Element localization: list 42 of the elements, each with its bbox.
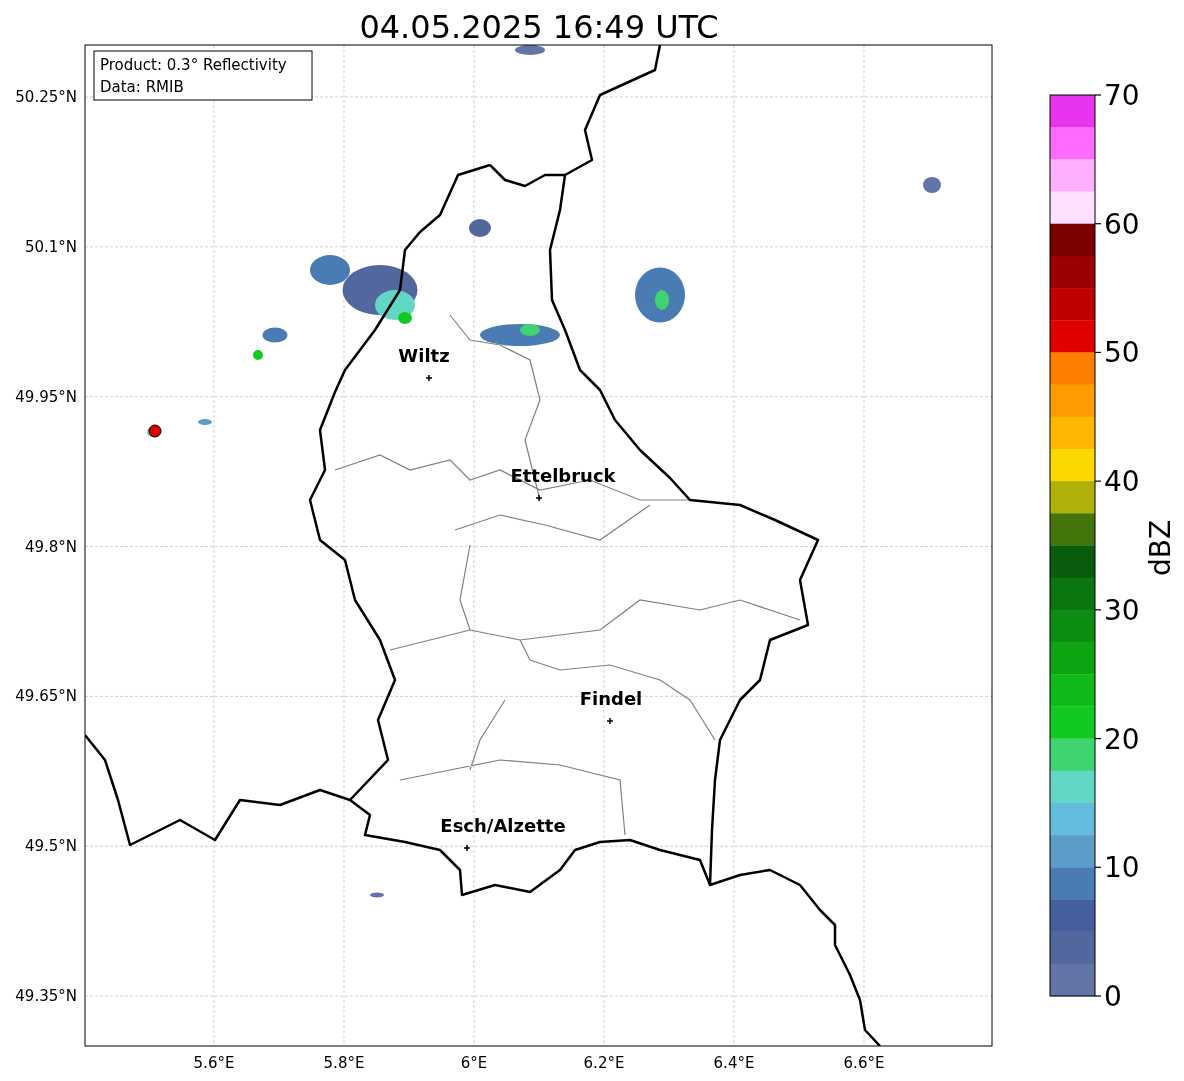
colorbar-tick-label: 30: [1104, 593, 1140, 627]
chart-title: 04.05.2025 16:49 UTC: [359, 8, 719, 46]
info-text: Data: RMIB: [100, 78, 184, 96]
city-marker: [463, 844, 471, 852]
city-label: Wiltz: [398, 345, 450, 366]
tick-mark: [1094, 480, 1102, 482]
longitude-label: 5.6°E: [193, 1054, 235, 1072]
colorbar-label: dBZ: [1144, 519, 1177, 577]
tick-mark: [1094, 94, 1102, 96]
city-marker: [425, 374, 433, 382]
longitude-label: 6.2°E: [583, 1054, 625, 1072]
tick-mark: [1094, 351, 1102, 354]
city-marker: [535, 494, 543, 502]
latitude-label: 49.65°N: [15, 687, 77, 706]
colorbar-tick-label: 60: [1104, 207, 1140, 241]
info-text: Product: 0.3° Reflectivity: [100, 56, 287, 74]
colorbar-tick-label: 20: [1104, 722, 1140, 756]
longitude-label: 6.4°E: [713, 1054, 755, 1072]
city-marker: [606, 717, 614, 725]
colorbar-tick-label: 40: [1104, 465, 1140, 499]
city-label: Findel: [579, 688, 643, 709]
city-label: Ettelbruck: [510, 465, 616, 486]
city-label: Esch/Alzette: [440, 815, 566, 836]
colorbar-tick-label: 0: [1104, 980, 1122, 1013]
latitude-label: 50.1°N: [24, 237, 77, 256]
colorbar-tick-label: 50: [1104, 336, 1140, 370]
latitude-label: 49.5°N: [24, 837, 77, 856]
latitude-label: 49.35°N: [15, 987, 77, 1006]
tick-mark: [1094, 223, 1102, 225]
longitude-label: 6.6°E: [843, 1054, 885, 1072]
latitude-label: 49.95°N: [15, 387, 77, 406]
latitude-label: 49.8°N: [24, 537, 77, 556]
radar-site-marker: [148, 424, 162, 438]
latitude-label: 50.25°N: [15, 88, 77, 106]
colorbar-tick-label: 70: [1104, 79, 1140, 112]
tick-mark: [1094, 995, 1102, 997]
tick-mark: [1094, 737, 1102, 740]
longitude-label: 5.8°E: [323, 1054, 365, 1072]
longitude-label: 6°E: [460, 1054, 488, 1072]
colorbar-tick-label: 10: [1104, 851, 1140, 885]
tick-mark: [1094, 609, 1102, 611]
tick-mark: [1094, 866, 1102, 868]
